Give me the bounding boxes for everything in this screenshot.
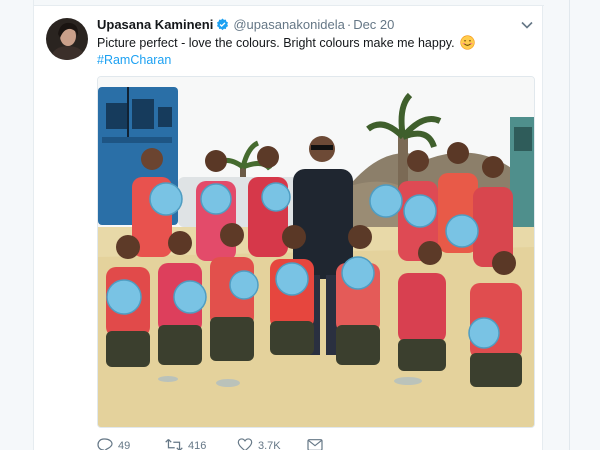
verified-badge-icon xyxy=(216,18,229,36)
tweet-date[interactable]: Dec 20 xyxy=(353,17,394,32)
retweet-button[interactable]: 416 xyxy=(165,436,206,450)
chevron-down-icon[interactable] xyxy=(520,18,534,32)
display-name[interactable]: Upasana Kamineni xyxy=(97,17,213,32)
message-button[interactable] xyxy=(307,436,328,450)
tweet-photo[interactable] xyxy=(97,76,535,428)
like-icon xyxy=(237,438,258,450)
like-button[interactable]: 3.7K xyxy=(237,436,281,450)
retweet-icon xyxy=(165,439,188,450)
previous-tweet-edge xyxy=(34,0,544,6)
tweet-header: Upasana Kamineni @upasanakonidela · Dec 20 xyxy=(97,16,517,34)
reply-count: 49 xyxy=(118,440,131,450)
user-handle[interactable]: @upasanakonidela xyxy=(233,17,345,32)
left-background xyxy=(0,0,33,450)
hashtag-link[interactable]: #RamCharan xyxy=(97,52,171,69)
smiling-emoji-icon xyxy=(460,35,475,50)
reply-icon xyxy=(97,438,118,450)
tweet-text: Picture perfect - love the colours. Brig… xyxy=(97,35,527,52)
retweet-count: 416 xyxy=(188,440,207,450)
tweet-body: Picture perfect - love the colours. Brig… xyxy=(97,36,455,50)
message-icon xyxy=(307,439,328,450)
header-separator: · xyxy=(346,17,352,32)
right-background xyxy=(543,0,600,450)
tweet-card: Upasana Kamineni @upasanakonidela · Dec 20 … xyxy=(33,0,544,450)
avatar[interactable] xyxy=(46,18,88,60)
like-count: 3.7K xyxy=(258,440,281,450)
scroll-edge xyxy=(569,0,570,450)
tweet-actions: 49 416 3.7K xyxy=(97,436,537,450)
reply-button[interactable]: 49 xyxy=(97,436,130,450)
